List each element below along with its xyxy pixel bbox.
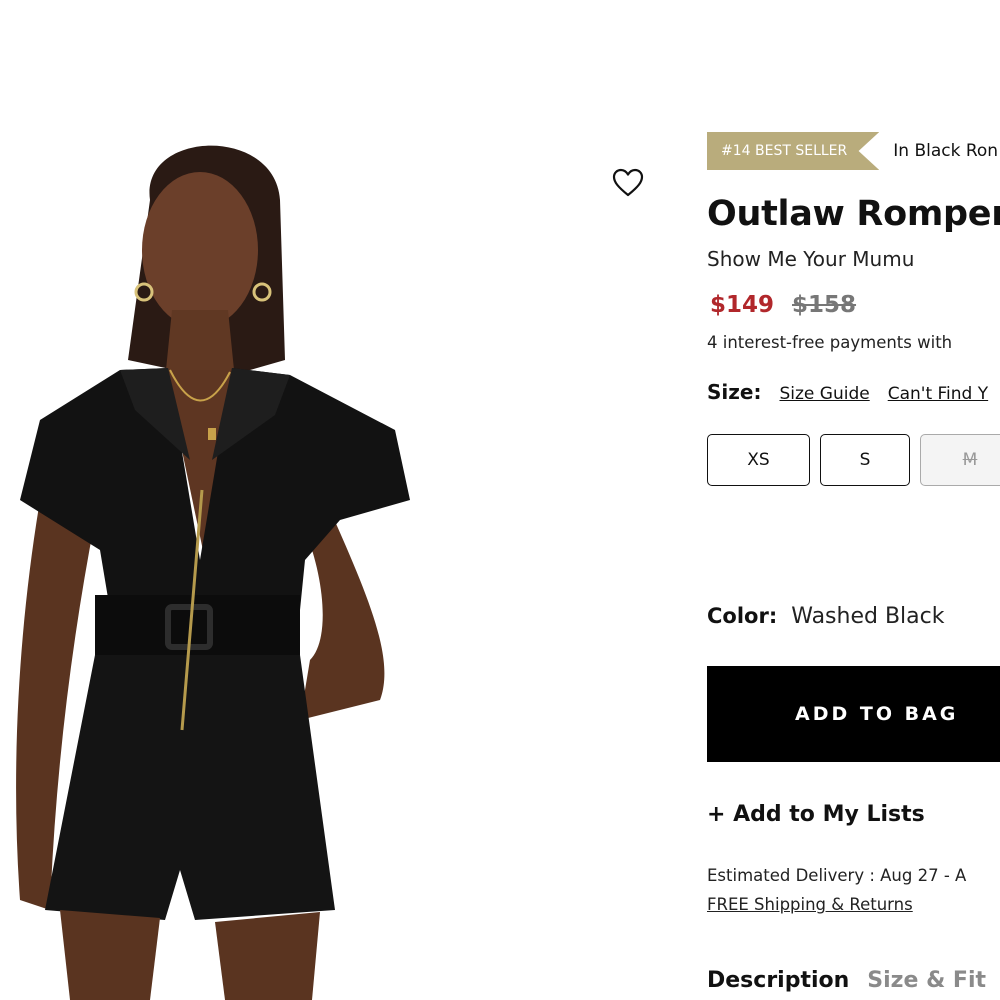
product-page: #14 BEST SELLER In Black Ron Outlaw Romp… xyxy=(0,0,1000,1000)
size-options: XS S M xyxy=(707,434,1000,486)
size-option-xs[interactable]: XS xyxy=(707,434,810,486)
size-label: Size: xyxy=(707,380,762,404)
product-image-gallery xyxy=(0,0,660,1000)
original-price: $158 xyxy=(792,292,857,318)
tab-size-fit[interactable]: Size & Fit xyxy=(867,968,986,993)
tab-description[interactable]: Description xyxy=(707,968,849,993)
size-option-s[interactable]: S xyxy=(820,434,910,486)
estimated-delivery: Estimated Delivery : Aug 27 - A xyxy=(707,866,967,885)
wishlist-heart-icon[interactable] xyxy=(610,166,646,200)
color-label: Color: xyxy=(707,604,778,628)
price-block: $149 $158 xyxy=(710,292,856,318)
add-to-bag-button[interactable]: ADD TO BAG xyxy=(707,666,1000,762)
product-photo[interactable] xyxy=(0,140,430,1000)
size-guide-link[interactable]: Size Guide xyxy=(779,384,869,404)
product-title: Outlaw Romper xyxy=(707,194,1000,234)
installments-text: 4 interest-free payments with xyxy=(707,333,953,352)
free-shipping-link[interactable]: FREE Shipping & Returns xyxy=(707,895,913,914)
bestseller-badge: #14 BEST SELLER xyxy=(707,132,880,170)
product-details-tabs: Description Size & Fit xyxy=(707,968,986,993)
add-to-my-lists-button[interactable]: + Add to My Lists xyxy=(707,802,925,827)
product-info-panel: #14 BEST SELLER In Black Ron Outlaw Romp… xyxy=(707,0,1000,1000)
size-header: Size: Size Guide Can't Find Y xyxy=(707,380,988,404)
bestseller-category-link[interactable]: In Black Ron xyxy=(893,141,998,161)
sale-price: $149 xyxy=(710,292,775,318)
cant-find-size-link[interactable]: Can't Find Y xyxy=(888,384,988,404)
color-row: Color: Washed Black xyxy=(707,604,944,629)
bestseller-row: #14 BEST SELLER In Black Ron xyxy=(707,132,998,170)
color-value: Washed Black xyxy=(791,604,945,629)
brand-name[interactable]: Show Me Your Mumu xyxy=(707,247,914,271)
size-option-m-unavailable[interactable]: M xyxy=(920,434,1000,486)
